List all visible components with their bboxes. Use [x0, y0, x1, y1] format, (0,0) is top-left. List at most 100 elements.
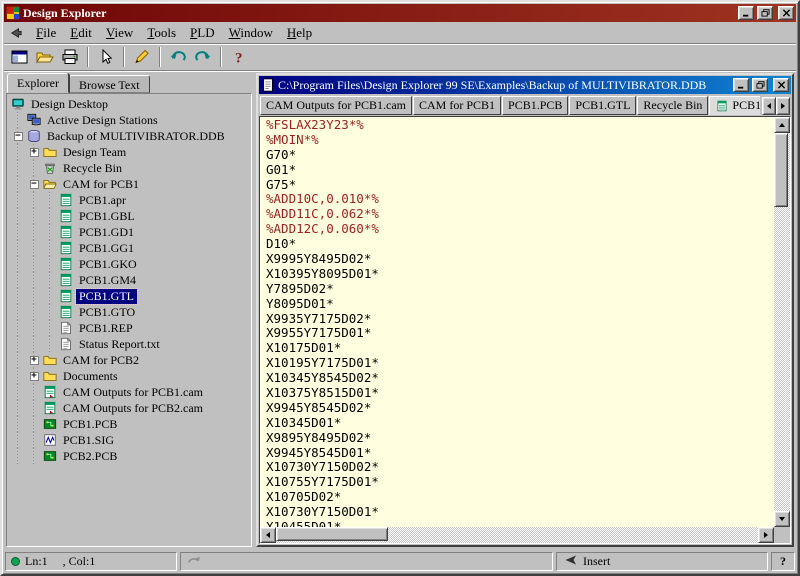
tree-item-label: PCB1.GBL	[76, 209, 138, 224]
tree-item-pcb1-rep[interactable]: PCB1.REP	[8, 320, 250, 336]
menu-file[interactable]: File	[29, 23, 63, 43]
tree-item-cam-for-pcb2[interactable]: + CAM for PCB2	[8, 352, 250, 368]
tree-item-label: PCB1.SIG	[60, 433, 117, 448]
tree-item-active-design-stations[interactable]: Active Design Stations	[8, 112, 250, 128]
document-minimize-button[interactable]	[733, 78, 749, 92]
menu-view[interactable]: View	[99, 23, 140, 43]
tree-item-pcb2-pcb[interactable]: PCB2.PCB	[8, 448, 250, 464]
tree-item-cam-outputs-for-pcb1-cam[interactable]: CAM Outputs for PCB1.cam	[8, 384, 250, 400]
camdoc-icon	[58, 273, 76, 287]
horizontal-scroll-track[interactable]	[276, 527, 758, 543]
scroll-right-button[interactable]	[758, 527, 774, 543]
scroll-up-button[interactable]	[774, 117, 790, 133]
scroll-down-button[interactable]	[774, 511, 790, 527]
main-content: ExplorerBrowse Text Design DesktopActive…	[4, 71, 796, 550]
expand-box[interactable]: +	[30, 356, 39, 365]
open-document-button[interactable]	[33, 46, 57, 68]
tree-item-label: PCB1.GG1	[76, 241, 137, 256]
minimize-button[interactable]	[738, 6, 754, 20]
tab-scroll-right-button[interactable]	[776, 97, 790, 115]
vertical-scrollbar[interactable]	[774, 117, 790, 527]
tree-item-pcb1-apr[interactable]: PCB1.apr	[8, 192, 250, 208]
tree-item-pcb1-gm4[interactable]: PCB1.GM4	[8, 272, 250, 288]
tree-item-pcb1-gbl[interactable]: PCB1.GBL	[8, 208, 250, 224]
tree-item-cam-for-pcb1[interactable]: −CAM for PCB1	[8, 176, 250, 192]
menu-arrow-icon[interactable]	[7, 25, 25, 41]
close-button[interactable]	[778, 6, 794, 20]
toggle-design-manager-button[interactable]	[8, 46, 32, 68]
status-help-button[interactable]: ?	[771, 552, 795, 571]
recycle-icon	[42, 161, 60, 175]
tree-item-design-desktop[interactable]: Design Desktop	[8, 96, 250, 112]
tree-item-pcb1-pcb[interactable]: PCB1.PCB	[8, 416, 250, 432]
document-title-bar: C:\Program Files\Design Explorer 99 SE\E…	[259, 76, 791, 94]
tree-item-status-report-txt[interactable]: Status Report.txt	[8, 336, 250, 352]
sig-icon	[42, 433, 60, 447]
tree-item-pcb1-gko[interactable]: PCB1.GKO	[8, 256, 250, 272]
vertical-scroll-track[interactable]	[774, 133, 790, 511]
document-tab-pcb1-gtl[interactable]: PCB1.GTL	[569, 96, 636, 115]
column-indicator: , Col:1	[63, 554, 96, 569]
tree-item-pcb1-gg1[interactable]: PCB1.GG1	[8, 240, 250, 256]
editor-line: X10730Y7150D02*	[266, 460, 772, 475]
document-tab-pcb1-gtl[interactable]: PCB1.GTL	[709, 96, 760, 115]
tree-item-label: CAM for PCB2	[60, 353, 142, 368]
document-tab-cam-outputs-for-pcb1-cam[interactable]: CAM Outputs for PCB1.cam	[260, 96, 412, 115]
tree-guide	[10, 304, 26, 320]
menu-help[interactable]: Help	[280, 23, 319, 43]
tree-item-pcb1-sig[interactable]: PCB1.SIG	[8, 432, 250, 448]
expand-box[interactable]: +	[30, 372, 39, 381]
tab-scroll-left-button[interactable]	[762, 97, 776, 115]
document-icon	[261, 78, 275, 92]
tree-item-pcb1-gto[interactable]: PCB1.GTO	[8, 304, 250, 320]
tree-guide	[10, 256, 26, 272]
undo-button[interactable]	[166, 46, 190, 68]
tree-item-pcb1-gtl[interactable]: PCB1.GTL	[8, 288, 250, 304]
text-editor[interactable]: %FSLAX23Y23*%%MOIN*%G70*G01*G75*%ADD10C,…	[260, 117, 774, 527]
select-pointer-button[interactable]	[94, 46, 118, 68]
tree-guide	[42, 272, 58, 288]
menu-tools[interactable]: Tools	[140, 23, 183, 43]
tree-item-pcb1-gd1[interactable]: PCB1.GD1	[8, 224, 250, 240]
tree-guide	[10, 288, 26, 304]
collapse-box[interactable]: −	[30, 180, 39, 189]
tab-explorer[interactable]: Explorer	[7, 73, 69, 93]
vertical-scroll-thumb[interactable]	[774, 133, 788, 207]
document-tab-pcb1-pcb[interactable]: PCB1.PCB	[502, 96, 568, 115]
edit-pencil-button[interactable]	[130, 46, 154, 68]
scroll-left-button[interactable]	[260, 527, 276, 543]
tree-guide	[10, 448, 26, 464]
editor-line: X10395Y8095D01*	[266, 267, 772, 282]
horizontal-scroll-thumb[interactable]	[276, 527, 388, 541]
redo-button[interactable]	[191, 46, 215, 68]
tree-item-design-team[interactable]: +Design Team	[8, 144, 250, 160]
tree-item-cam-outputs-for-pcb2-cam[interactable]: CAM Outputs for PCB2.cam	[8, 400, 250, 416]
document-close-button[interactable]	[773, 78, 789, 92]
toolbar-separator	[220, 47, 222, 67]
collapse-box[interactable]: −	[14, 132, 23, 141]
tree-guide	[10, 272, 26, 288]
tree-guide	[26, 400, 42, 416]
status-position-pane: Ln:1 , Col:1	[5, 552, 177, 571]
help-button[interactable]: ?	[227, 46, 251, 68]
tab-browse-text[interactable]: Browse Text	[69, 75, 150, 93]
horizontal-scrollbar[interactable]	[260, 527, 790, 543]
menu-edit[interactable]: Edit	[63, 23, 99, 43]
tree-item-backup-of-multivibrator-ddb[interactable]: −Backup of MULTIVIBRATOR.DDB	[8, 128, 250, 144]
document-tab-recycle-bin[interactable]: Recycle Bin	[637, 96, 708, 115]
tree-guide	[42, 224, 58, 240]
menu-window[interactable]: Window	[222, 23, 280, 43]
status-bar: Ln:1 , Col:1 Insert ?	[4, 550, 796, 572]
document-tab-cam-for-pcb1[interactable]: CAM for PCB1	[413, 96, 501, 115]
folder-icon	[42, 369, 60, 383]
tree-item-label: PCB1.GD1	[76, 225, 137, 240]
expand-box[interactable]: +	[30, 148, 39, 157]
document-restore-button[interactable]	[752, 78, 768, 92]
tree-item-label: PCB1.PCB	[60, 417, 120, 432]
restore-button[interactable]	[757, 6, 773, 20]
tree-item-documents[interactable]: +Documents	[8, 368, 250, 384]
tree-item-recycle-bin[interactable]: Recycle Bin	[8, 160, 250, 176]
print-button[interactable]	[58, 46, 82, 68]
menu-pld[interactable]: PLD	[183, 23, 222, 43]
tree-guide	[26, 336, 42, 352]
